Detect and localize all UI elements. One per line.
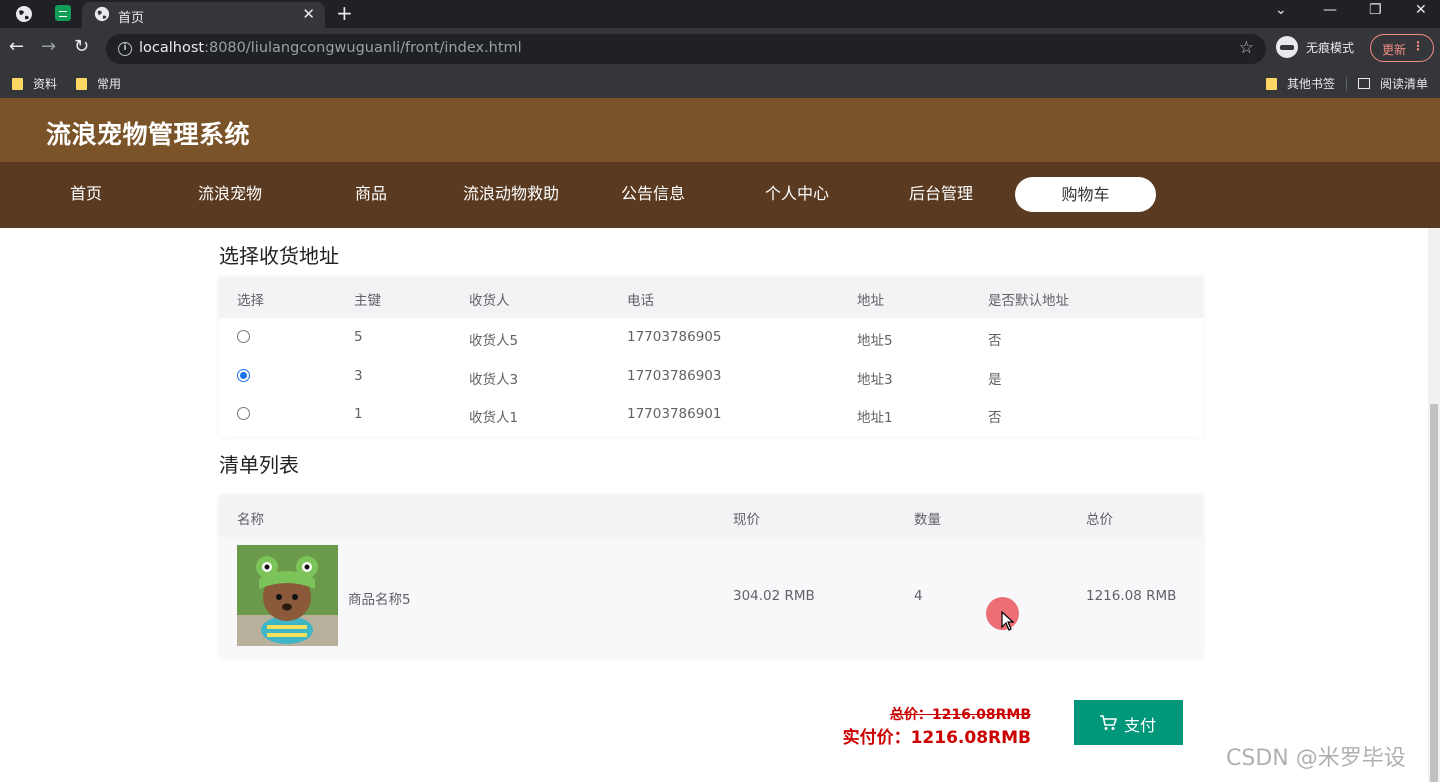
goods-total: 1216.08 RMB (1086, 588, 1177, 604)
address-receiver: 收货人5 (469, 333, 519, 349)
address-radio[interactable] (237, 369, 250, 382)
close-icon[interactable]: ✕ (302, 5, 315, 23)
nav-notice[interactable]: 公告信息 (583, 162, 723, 228)
address-phone: 17703786901 (627, 406, 722, 422)
main-nav: 首页 流浪宠物 商品 流浪动物救助 公告信息 个人中心 后台管理 购物车 (0, 162, 1440, 228)
col-address: 地址 (857, 293, 884, 309)
bookmarks-bar: 资料 常用 其他书签 阅读清单 (0, 70, 1440, 98)
actual-price: 实付价：1216.08RMB (842, 728, 1031, 748)
globe-icon[interactable] (15, 5, 33, 23)
nav-home[interactable]: 首页 (16, 162, 156, 228)
nav-stray-pets[interactable]: 流浪宠物 (160, 162, 300, 228)
incognito-icon (1276, 36, 1298, 58)
address-text: 地址1 (857, 410, 893, 426)
col-price: 现价 (733, 512, 760, 528)
address-table: 选择 主键 收货人 电话 地址 是否默认地址 5 收货人5 1770378690… (219, 277, 1203, 437)
new-tab-icon[interactable]: + (336, 1, 353, 25)
address-phone: 17703786903 (627, 368, 722, 384)
address-id: 1 (354, 406, 363, 422)
col-id: 主键 (354, 293, 381, 309)
bookmark-other[interactable]: 其他书签 (1266, 75, 1335, 92)
address-row[interactable]: 1 收货人1 17703786901 地址1 否 (219, 394, 1203, 433)
col-default: 是否默认地址 (988, 293, 1069, 309)
col-quantity: 数量 (914, 512, 941, 528)
bookmark-folder-ziliao[interactable]: 资料 (12, 75, 57, 92)
mouse-pointer-icon (1001, 611, 1015, 631)
window-close-icon[interactable]: ✕ (1415, 2, 1427, 18)
folder-icon (76, 78, 87, 90)
nav-cart[interactable]: 购物车 (1015, 177, 1156, 212)
update-button[interactable]: 更新 ⋮ (1370, 34, 1434, 62)
sheets-icon[interactable] (55, 5, 71, 21)
total-price: 总价：1216.08RMB (889, 707, 1031, 723)
incognito-label: 无痕模式 (1306, 41, 1355, 55)
browser-tabstrip: 首页 ✕ + ⌄ — ❐ ✕ (0, 0, 1440, 28)
back-icon[interactable]: ← (9, 37, 24, 57)
browser-toolbar: ← → ↻ i localhost:8080/liulangcongwuguan… (0, 28, 1440, 70)
pay-button[interactable]: 支付 (1074, 700, 1183, 745)
address-bar[interactable]: i localhost:8080/liulangcongwuguanli/fro… (106, 34, 1266, 64)
star-icon[interactable]: ☆ (1239, 38, 1254, 58)
address-receiver: 收货人3 (469, 372, 519, 388)
col-select: 选择 (237, 293, 264, 309)
col-receiver: 收货人 (469, 293, 510, 309)
restore-icon[interactable]: ❐ (1369, 2, 1382, 18)
watermark: CSDN @米罗毕设 (1226, 746, 1406, 771)
order-table: 名称 现价 数量 总价 商品名称5 304.02 RMB 4 1216.08 R… (219, 495, 1203, 658)
nav-personal-center[interactable]: 个人中心 (727, 162, 867, 228)
more-menu-icon: ⋮ (1412, 39, 1424, 53)
address-section-title: 选择收货地址 (219, 244, 339, 268)
minimize-icon[interactable]: — (1323, 2, 1337, 18)
address-receiver: 收货人1 (469, 410, 519, 426)
cart-icon (1100, 715, 1117, 730)
address-default: 否 (988, 410, 1002, 426)
goods-image[interactable] (237, 545, 338, 646)
address-phone: 17703786905 (627, 329, 722, 345)
scrollbar-thumb[interactable] (1430, 404, 1438, 782)
folder-icon (12, 78, 23, 90)
bookmark-divider (1346, 77, 1347, 91)
goods-name[interactable]: 商品名称5 (348, 588, 411, 608)
address-row[interactable]: 3 收货人3 17703786903 地址3 是 (219, 356, 1203, 395)
dog-photo-icon (237, 545, 338, 646)
address-radio[interactable] (237, 330, 250, 343)
address-text: 地址3 (857, 372, 893, 388)
address-text: 地址5 (857, 333, 893, 349)
nav-admin[interactable]: 后台管理 (871, 162, 1011, 228)
order-table-header: 名称 现价 数量 总价 (219, 495, 1203, 537)
bookmark-folder-changyong[interactable]: 常用 (76, 75, 121, 92)
reading-list[interactable]: 阅读清单 (1358, 75, 1428, 92)
goods-quantity: 4 (914, 588, 923, 604)
folder-icon (1266, 78, 1277, 90)
url-text[interactable]: localhost:8080/liulangcongwuguanli/front… (139, 40, 522, 56)
globe-icon (94, 6, 110, 22)
col-name: 名称 (237, 512, 264, 528)
browser-tab-active[interactable]: 首页 ✕ (82, 2, 325, 28)
col-total: 总价 (1086, 512, 1113, 528)
site-title: 流浪宠物管理系统 (46, 120, 251, 149)
site-header: 流浪宠物管理系统 (0, 98, 1440, 162)
address-table-header: 选择 主键 收货人 电话 地址 是否默认地址 (219, 277, 1203, 318)
goods-price: 304.02 RMB (733, 588, 815, 604)
page-scrollbar[interactable] (1428, 228, 1440, 782)
tab-title: 首页 (118, 11, 145, 26)
reload-icon[interactable]: ↻ (74, 37, 89, 57)
forward-icon[interactable]: → (41, 37, 56, 57)
nav-goods[interactable]: 商品 (301, 162, 441, 228)
info-icon[interactable]: i (118, 42, 132, 56)
address-row[interactable]: 5 收货人5 17703786905 地址5 否 (219, 317, 1203, 356)
chevron-down-icon[interactable]: ⌄ (1275, 2, 1287, 18)
address-default: 是 (988, 372, 1002, 388)
col-phone: 电话 (627, 293, 654, 309)
address-id: 3 (354, 368, 363, 384)
address-id: 5 (354, 329, 363, 345)
order-section-title: 清单列表 (219, 453, 299, 477)
address-radio[interactable] (237, 407, 250, 420)
reading-list-icon (1358, 78, 1370, 89)
nav-rescue[interactable]: 流浪动物救助 (441, 162, 581, 228)
address-default: 否 (988, 333, 1002, 349)
